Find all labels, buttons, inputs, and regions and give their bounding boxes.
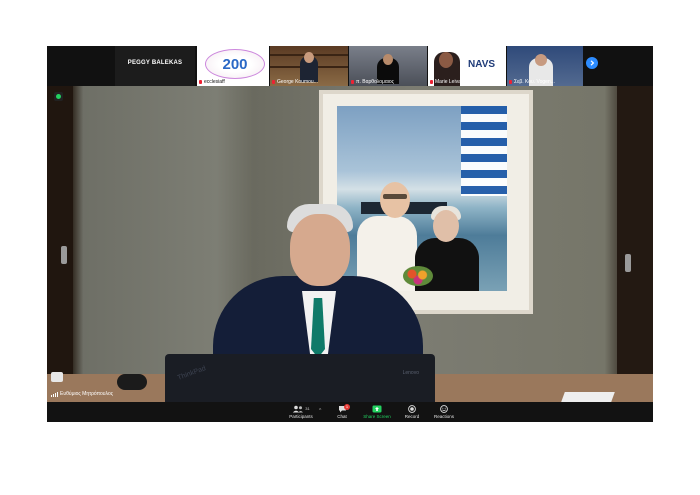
chevron-right-icon	[590, 60, 595, 66]
record-label: Record	[404, 414, 420, 419]
thumbnail-marie-leivatou[interactable]: NAVS Marie Leivatou	[428, 46, 506, 86]
laptop-brand-secondary: Lenovo	[402, 370, 419, 376]
paper-sheet	[561, 392, 615, 402]
flower-bouquet	[403, 266, 433, 286]
participant-head	[439, 52, 453, 68]
next-page-button[interactable]	[586, 57, 598, 69]
participant-thumbnail-strip: PEGGY BALEKAS 200 ecclesiaff George Koum…	[47, 46, 653, 86]
painting-canvas	[337, 106, 507, 291]
mic-muted-icon	[430, 80, 433, 84]
speaker-name-label: Ευθύμιος Μητρόπουλος	[51, 391, 113, 397]
thumbnail-george[interactable]: George Koumou...	[270, 46, 348, 86]
participants-label: Participants	[289, 414, 313, 419]
participant-name-label: George Koumou...	[272, 79, 318, 85]
reactions-button[interactable]: Reactions	[426, 404, 462, 419]
door-right	[617, 86, 653, 402]
door-left	[47, 86, 73, 402]
speaker-head	[290, 214, 350, 286]
share-screen-button[interactable]: Share Screen	[359, 404, 395, 419]
chat-badge: 1	[344, 404, 350, 410]
participant-name-label: Marie Leivatou	[430, 79, 468, 85]
participant-display-name: PEGGY BALEKAS	[127, 60, 183, 66]
smiley-icon	[440, 404, 448, 413]
participant-count: 31	[305, 406, 310, 411]
greek-flag	[461, 106, 507, 196]
participants-caret-icon[interactable]: ^	[319, 408, 321, 414]
meeting-toolbar: 31 Participants ^ 1 Chat Share Screen Re…	[47, 402, 653, 422]
participant-name-label: π. Βαρθολομαιος	[351, 79, 394, 85]
laptop-brand: ThinkPad	[176, 365, 207, 382]
mic-muted-icon	[351, 80, 354, 84]
thumbnail-peggy-balekas[interactable]: PEGGY BALEKAS	[115, 46, 195, 86]
logo-number: 200	[222, 56, 248, 73]
thumbnail-bartholomaios[interactable]: π. Βαρθολομαιος	[349, 46, 427, 86]
cup	[51, 372, 63, 382]
thumbnail-sev-kou[interactable]: Σεβ. Κου. Vogen...	[507, 46, 583, 86]
participant-head	[535, 54, 547, 66]
share-screen-label: Share Screen	[363, 414, 391, 419]
mic-muted-icon	[199, 80, 202, 84]
chat-label: Chat	[337, 414, 347, 419]
record-icon	[408, 404, 416, 413]
painted-man-head	[380, 182, 410, 218]
anniversary-logo-icon: 200	[205, 49, 265, 79]
painted-woman-head	[433, 210, 459, 242]
computer-mouse	[117, 374, 147, 390]
participant-head	[304, 52, 314, 63]
share-screen-icon	[372, 405, 382, 412]
zoom-window: PEGGY BALEKAS 200 ecclesiaff George Koum…	[47, 46, 653, 422]
record-button[interactable]: Record	[394, 404, 430, 419]
door-handle	[625, 254, 631, 272]
participant-name-label: Σεβ. Κου. Vogen...	[509, 79, 555, 85]
participant-head	[383, 54, 393, 65]
participants-icon	[293, 405, 304, 412]
participant-name-label: ecclesiaff	[199, 79, 225, 85]
participants-button[interactable]: 31 Participants	[283, 404, 319, 419]
reactions-label: Reactions	[433, 414, 454, 419]
chat-button[interactable]: 1 Chat	[324, 404, 360, 419]
signal-strength-icon	[51, 391, 58, 397]
door-handle	[61, 246, 67, 264]
mic-muted-icon	[509, 80, 512, 84]
thumbnail-ecclesiaff[interactable]: 200 ecclesiaff	[197, 46, 269, 86]
mic-muted-icon	[272, 80, 275, 84]
active-speaker-video: ThinkPad Lenovo Ευθύμιος Μητρόπουλος	[47, 86, 653, 402]
navs-brand-text: NAVS	[468, 59, 496, 70]
encryption-shield-icon[interactable]	[54, 92, 63, 101]
laptop: ThinkPad Lenovo	[165, 354, 435, 402]
painted-man-glasses	[383, 194, 407, 199]
